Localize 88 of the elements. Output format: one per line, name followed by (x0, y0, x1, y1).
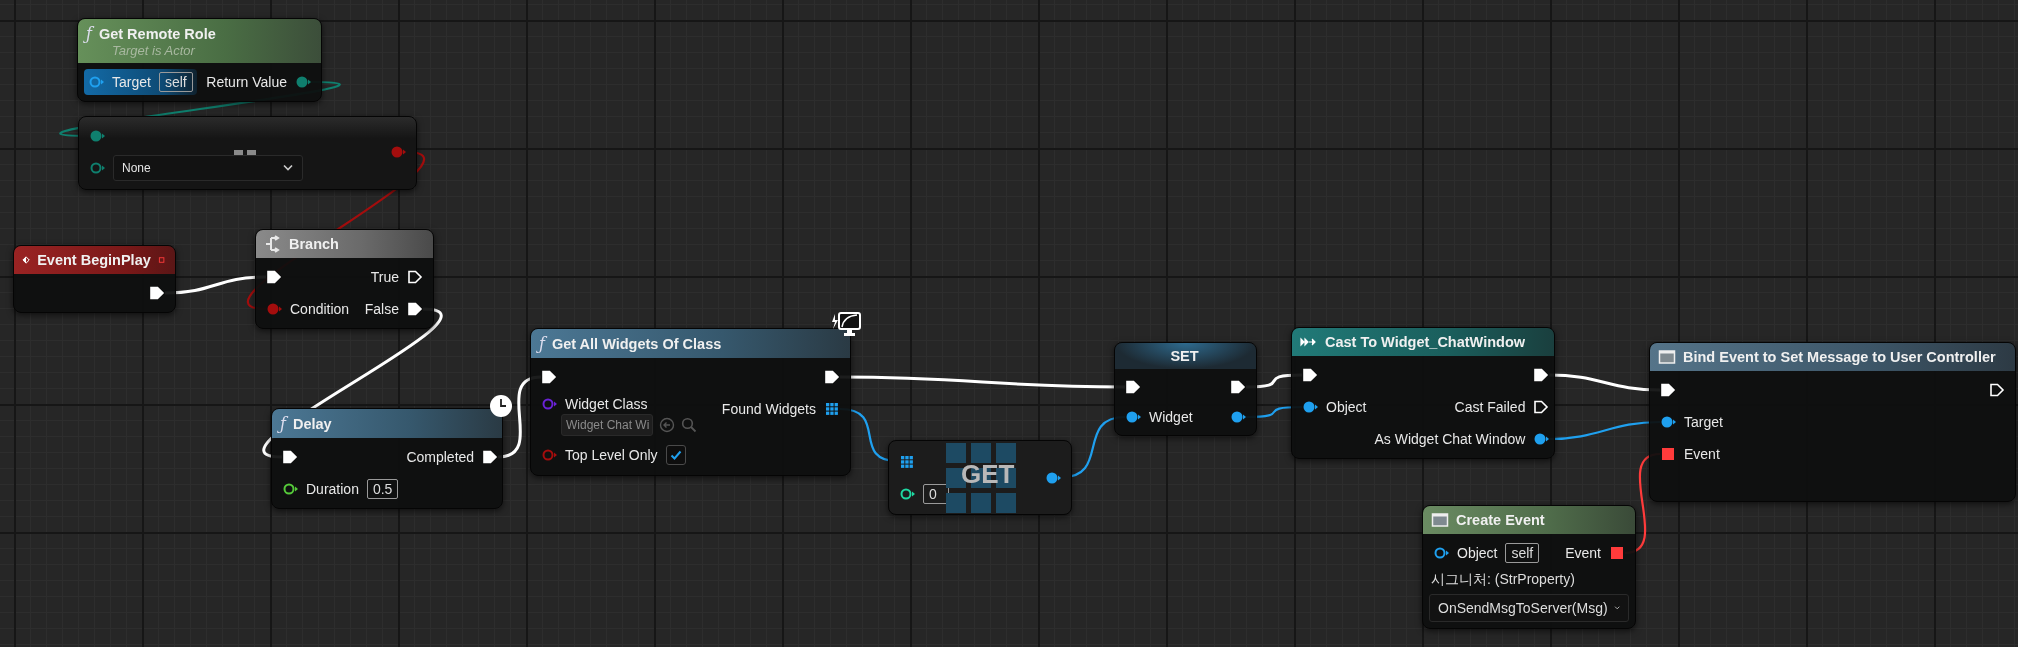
node-title: GET (961, 459, 1015, 490)
search-icon[interactable] (681, 417, 697, 433)
pin-label: Found Widgets (721, 401, 816, 417)
exec-pin[interactable] (824, 369, 840, 385)
node-card[interactable]: ƒ Get Remote Role Target is Actor Target self Return Value (77, 18, 322, 102)
pin-label: True (370, 269, 399, 285)
dropdown[interactable]: Widget Chat Wi (561, 414, 653, 436)
exec-pin[interactable] (1302, 367, 1318, 383)
pin-label: As Widget Chat Window (1374, 431, 1526, 447)
pin-label: Event (1565, 545, 1601, 561)
pin-label: Target (1684, 414, 1723, 430)
pin-label: Widget (1149, 409, 1193, 425)
data-pin[interactable] (1433, 545, 1449, 561)
window-icon (1658, 348, 1676, 366)
exec-pin[interactable] (1125, 379, 1141, 395)
caret-icon (1613, 604, 1620, 612)
arrow-left-icon[interactable] (659, 417, 675, 433)
node-title: Bind Event to Set Message to User Controller (1683, 349, 1996, 365)
pin-label: Widget Class (565, 396, 648, 412)
exec-pin[interactable] (1660, 382, 1676, 398)
pin-label: Return Value (206, 74, 287, 90)
node-card[interactable]: ƒ Delay Duration 0.5 Completed (271, 408, 503, 509)
node-title: Get All Widgets Of Class (551, 335, 722, 352)
node-subtitle: Target is Actor (111, 43, 197, 58)
data-pin[interactable] (295, 74, 311, 90)
exec-pin[interactable] (541, 369, 557, 385)
node-card[interactable]: SET Widget (1114, 342, 1257, 436)
data-pin[interactable] (1660, 414, 1676, 430)
node-title: Get Remote Role (98, 25, 216, 42)
data-pin[interactable] (1302, 399, 1318, 415)
data-pin[interactable] (282, 481, 298, 497)
data-pin[interactable] (1533, 431, 1550, 447)
data-pin[interactable] (1230, 409, 1246, 425)
node-card[interactable]: Create Event Object self Event 시그니처: (StrProperty) OnSendMsgToServer(Msg) (1422, 505, 1636, 629)
delegate-pin[interactable] (1609, 545, 1625, 561)
node-card[interactable]: Cast To Widget_ChatWindow Object Cast Failed As Widget Chat Window (1291, 327, 1555, 459)
grid-icon (946, 443, 1018, 515)
value-field[interactable]: self (158, 72, 193, 92)
value-field[interactable]: self (1505, 543, 1540, 563)
data-pin[interactable] (1125, 409, 1141, 425)
pin-label: Top Level Only (565, 447, 658, 463)
node-title: SET (1170, 348, 1199, 364)
node-card[interactable]: GET 0 (888, 440, 1072, 515)
window-icon (1431, 511, 1449, 529)
branch-icon (264, 235, 282, 253)
node-card[interactable]: Branch Condition True False (255, 229, 434, 329)
pin-label: Cast Failed (1454, 399, 1526, 415)
node-title: Cast To Widget_ChatWindow (1325, 334, 1526, 350)
exec-pin[interactable] (407, 301, 423, 317)
pin-label: False (364, 301, 399, 317)
pin-label: Event (1684, 446, 1720, 462)
exec-pin[interactable] (482, 449, 499, 465)
dropdown[interactable]: None (113, 155, 303, 181)
node-card[interactable]: Bind Event to Set Message to User Controller Target Event (1649, 342, 2016, 502)
dropdown[interactable]: OnSendMsgToServer(Msg) (1429, 594, 1629, 622)
pin-label: Object (1326, 399, 1367, 415)
exec-pin[interactable] (1230, 379, 1246, 395)
pin-label: Object (1457, 545, 1498, 561)
caret-icon (282, 164, 294, 172)
data-pin[interactable] (89, 128, 105, 144)
check-icon (668, 448, 683, 462)
exec-pin[interactable] (1533, 399, 1550, 415)
node-title: Delay (292, 415, 332, 432)
signature-label: 시그니처: (StrProperty) (1430, 571, 1576, 589)
array-pin[interactable] (899, 453, 915, 470)
equals-icon (234, 150, 256, 156)
pin-label: Condition (290, 301, 350, 317)
pin-label: Target (112, 74, 151, 90)
exec-pin[interactable] (282, 449, 298, 465)
exec-pin[interactable] (1989, 382, 2005, 398)
pin-label: Completed (406, 449, 475, 465)
node-title: Branch (289, 236, 339, 252)
node-card[interactable]: None (78, 116, 417, 190)
checkbox[interactable] (665, 445, 686, 465)
exec-pin[interactable] (266, 269, 282, 285)
delegate-pin[interactable] (1660, 446, 1676, 462)
value-field[interactable]: 0.5 (366, 479, 399, 499)
node-card[interactable]: ƒ Get All Widgets Of Class Widget Class Widget Chat Wi Top Level Only Found Widgets (530, 328, 851, 476)
node-card[interactable]: Event BeginPlay (13, 245, 176, 313)
exec-pin[interactable] (149, 285, 165, 301)
node-title: Event BeginPlay (37, 252, 151, 268)
node-title: Create Event (1456, 512, 1545, 528)
array-pin[interactable] (824, 401, 840, 417)
exec-pin[interactable] (1533, 367, 1550, 383)
exec-pin[interactable] (407, 269, 423, 285)
data-pin[interactable] (89, 160, 105, 176)
pin-label: Duration (306, 481, 359, 497)
value-field[interactable]: 0 (923, 483, 949, 504)
